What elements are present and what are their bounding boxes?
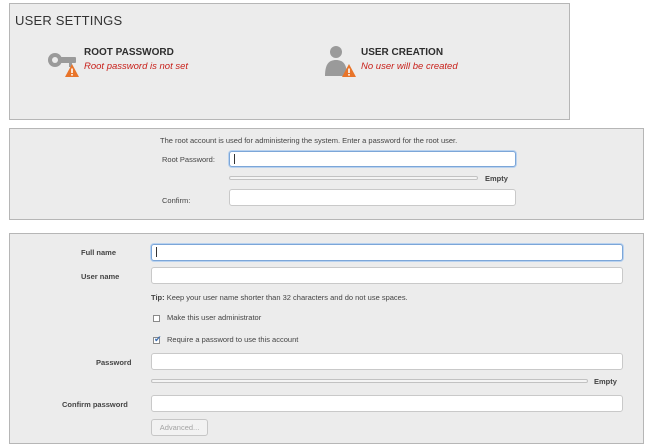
tip-text: Keep your user name shorter than 32 char… (164, 293, 408, 302)
root-password-field[interactable] (229, 151, 516, 167)
user-name-tip: Tip: Keep your user name shorter than 32… (151, 293, 408, 302)
confirm-password-field[interactable] (151, 395, 623, 412)
user-settings-panel: USER SETTINGS ROOT PASSWORD Root passwor… (9, 3, 570, 120)
full-name-input[interactable] (152, 245, 622, 260)
full-name-field[interactable] (151, 244, 623, 261)
admin-checkbox-label[interactable]: Make this user administrator (167, 313, 261, 322)
password-label: Password (96, 358, 132, 367)
root-password-intro: The root account is used for administeri… (160, 136, 458, 145)
root-password-label: Root Password: (162, 155, 215, 164)
root-password-input[interactable] (230, 152, 515, 166)
root-password-spoke[interactable]: ROOT PASSWORD Root password is not set (46, 44, 266, 84)
key-warning-icon (46, 44, 80, 78)
root-confirm-input[interactable] (230, 190, 515, 205)
root-password-panel: The root account is used for administeri… (9, 128, 644, 220)
root-confirm-field[interactable] (229, 189, 516, 206)
require-password-checkbox[interactable] (153, 334, 162, 345)
root-password-status: Root password is not set (84, 61, 189, 72)
root-password-strength-label: Empty (485, 174, 508, 183)
user-creation-spoke[interactable]: USER CREATION No user will be created (323, 44, 543, 84)
root-confirm-label: Confirm: (162, 196, 191, 205)
password-strength-label: Empty (594, 377, 617, 386)
user-name-field[interactable] (151, 267, 623, 284)
user-creation-status: No user will be created (361, 61, 458, 72)
password-strength-bar (151, 379, 588, 383)
user-creation-panel: Full name User name Tip: Keep your user … (9, 233, 644, 444)
user-creation-title: USER CREATION (361, 47, 444, 58)
confirm-password-label: Confirm password (62, 400, 128, 409)
user-name-label: User name (81, 272, 120, 281)
admin-checkbox[interactable] (153, 315, 160, 322)
root-password-title: ROOT PASSWORD (84, 47, 174, 58)
password-input[interactable] (152, 354, 622, 369)
section-title: USER SETTINGS (15, 13, 123, 28)
advanced-button[interactable]: Advanced... (151, 419, 208, 436)
user-warning-icon (323, 44, 357, 78)
confirm-password-input[interactable] (152, 396, 622, 411)
user-name-input[interactable] (152, 268, 622, 283)
require-password-checkbox-label[interactable]: Require a password to use this account (167, 335, 298, 344)
root-password-strength-bar (229, 176, 478, 180)
password-field[interactable] (151, 353, 623, 370)
full-name-label: Full name (81, 248, 117, 257)
tip-prefix: Tip: (151, 293, 165, 302)
